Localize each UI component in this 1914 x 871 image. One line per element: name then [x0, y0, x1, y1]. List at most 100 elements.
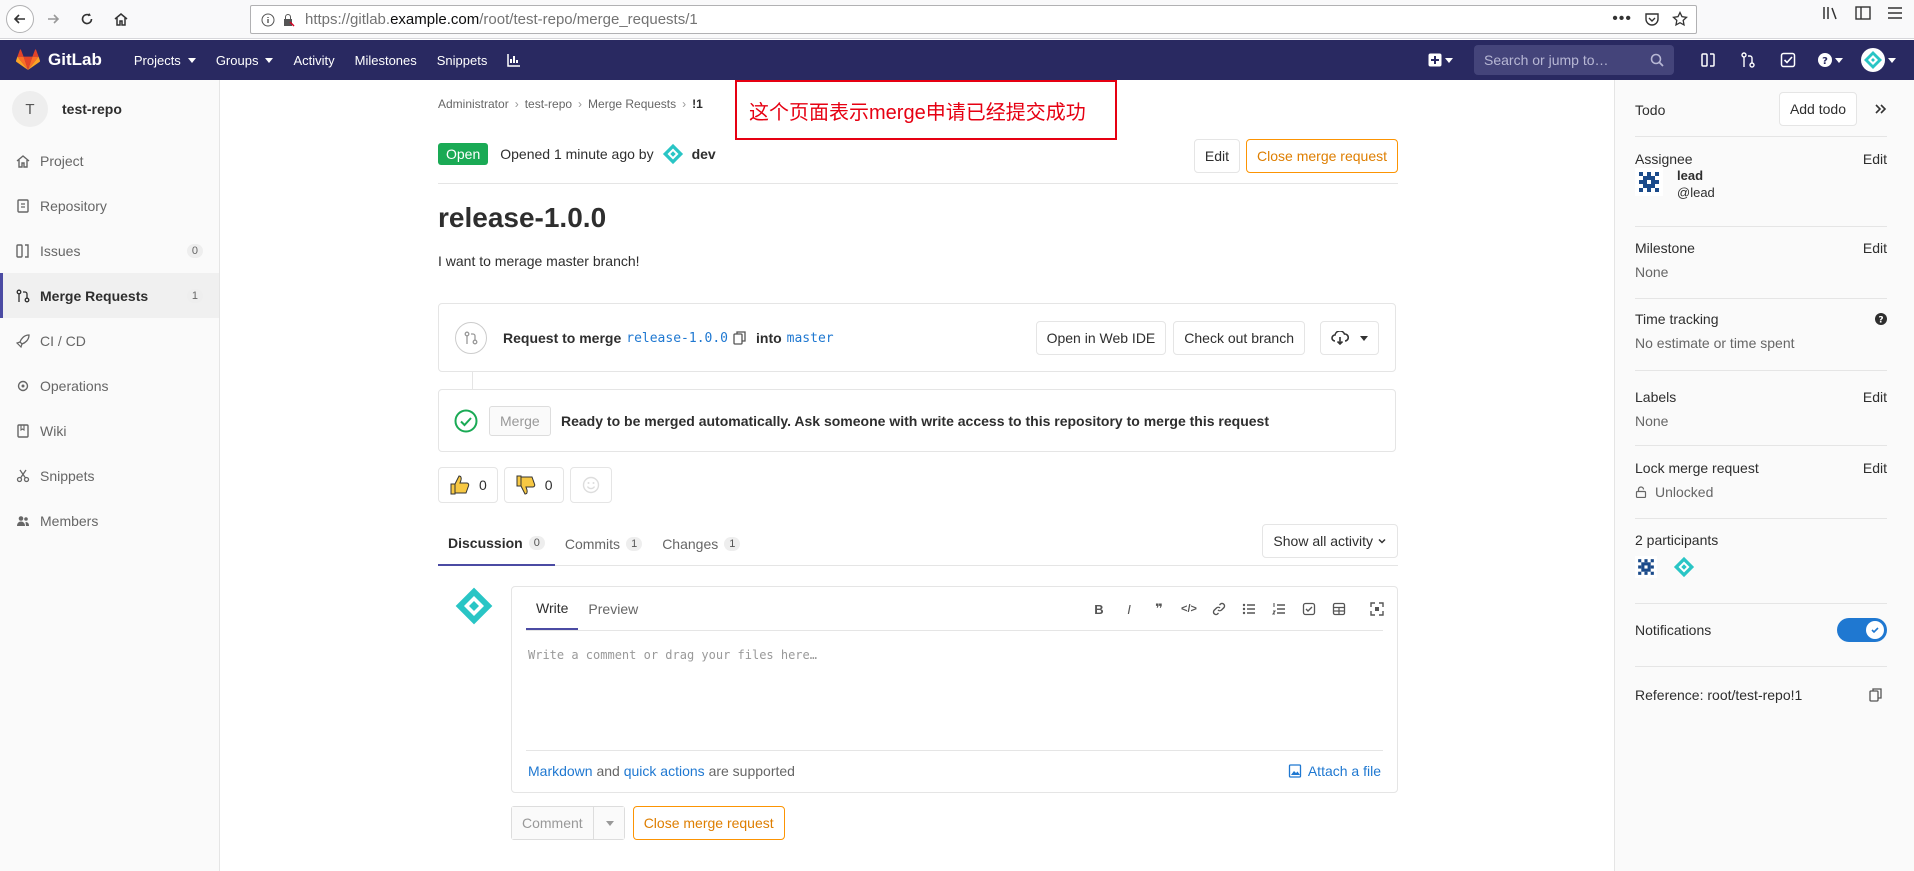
pocket-icon[interactable] [1644, 11, 1660, 27]
into-label: into [756, 330, 782, 346]
author-link[interactable]: dev [692, 146, 716, 162]
breadcrumb-administrator[interactable]: Administrator [438, 97, 509, 111]
sidebar-item-repository[interactable]: Repository [0, 183, 219, 228]
table-icon[interactable] [1329, 599, 1349, 619]
project-header[interactable]: T test-repo [0, 80, 219, 138]
search-input[interactable]: Search or jump to… [1474, 45, 1674, 75]
numbered-list-icon[interactable] [1269, 599, 1289, 619]
preview-tab[interactable]: Preview [578, 587, 648, 630]
nav-projects[interactable]: Projects [124, 40, 206, 80]
merge-button[interactable]: Merge [489, 406, 551, 436]
cloud-gear-icon [17, 380, 29, 391]
add-todo-button[interactable]: Add todo [1778, 92, 1857, 126]
labels-edit-link[interactable]: Edit [1863, 389, 1887, 405]
breadcrumb-merge-requests[interactable]: Merge Requests [588, 97, 676, 111]
show-activity-dropdown[interactable]: Show all activity [1262, 524, 1398, 558]
italic-icon[interactable]: I [1119, 599, 1139, 619]
task-list-icon[interactable] [1299, 599, 1319, 619]
sidebar-item-ci-cd[interactable]: CI / CD [0, 318, 219, 363]
sidebar-toggle-icon[interactable] [1854, 5, 1872, 21]
labels-value: None [1635, 413, 1669, 429]
open-web-ide-button[interactable]: Open in Web IDE [1035, 321, 1167, 355]
sidebar-item-snippets[interactable]: Snippets [0, 453, 219, 498]
bold-icon[interactable]: B [1089, 599, 1109, 619]
nav-groups[interactable]: Groups [206, 40, 284, 80]
back-button[interactable] [6, 5, 34, 33]
markdown-link[interactable]: Markdown [528, 763, 593, 779]
thumbs-up-button[interactable]: 0 [438, 467, 498, 503]
thumbs-up-icon [450, 475, 470, 495]
lock-edit-link[interactable]: Edit [1863, 460, 1887, 476]
breadcrumb-current[interactable]: !1 [692, 97, 703, 111]
tab-discussion[interactable]: Discussion 0 [438, 522, 555, 566]
sidebar-item-project[interactable]: Project [0, 138, 219, 183]
close-merge-request-button[interactable]: Close merge request [1246, 139, 1398, 173]
comment-type-dropdown[interactable] [593, 807, 624, 839]
assignee-edit-link[interactable]: Edit [1863, 151, 1887, 167]
merge-request-widget: Request to merge release-1.0.0 into mast… [438, 303, 1396, 372]
bullet-list-icon[interactable] [1239, 599, 1259, 619]
info-icon[interactable] [261, 13, 275, 27]
home-button[interactable] [106, 4, 136, 34]
gitlab-logo[interactable]: GitLab [16, 49, 102, 71]
assignee-avatar[interactable] [1635, 168, 1663, 196]
participant-avatar-lead[interactable] [1635, 556, 1657, 578]
user-menu[interactable] [1852, 48, 1904, 72]
sidebar-item-merge-requests[interactable]: Merge Requests 1 [0, 273, 219, 318]
smiley-icon [582, 476, 599, 494]
nav-milestones[interactable]: Milestones [345, 40, 427, 80]
sidebar-item-operations[interactable]: Operations [0, 363, 219, 408]
write-tab[interactable]: Write [526, 587, 579, 630]
copy-icon[interactable] [733, 331, 747, 345]
source-branch[interactable]: release-1.0.0 [626, 331, 728, 346]
reload-button[interactable] [72, 4, 102, 34]
merge-requests-icon[interactable] [1728, 52, 1768, 68]
quote-icon[interactable]: ❞ [1149, 599, 1169, 619]
thumbs-down-button[interactable]: 0 [503, 467, 564, 503]
time-tracking-label: Time tracking [1635, 311, 1719, 327]
notifications-toggle[interactable] [1837, 618, 1887, 642]
help-icon[interactable]: ? [1875, 313, 1887, 325]
chart-icon[interactable] [497, 40, 531, 80]
target-branch[interactable]: master [787, 331, 834, 346]
comment-button[interactable]: Comment [512, 807, 594, 839]
fullscreen-icon[interactable] [1367, 599, 1387, 619]
more-icon[interactable]: ••• [1612, 10, 1632, 28]
comment-textarea[interactable]: Write a comment or drag your files here… [528, 648, 817, 662]
todos-icon[interactable] [1768, 52, 1808, 68]
bookmark-star-icon[interactable] [1672, 11, 1688, 27]
tab-commits[interactable]: Commits 1 [555, 522, 652, 566]
attach-file-button[interactable]: Attach a file [1288, 763, 1381, 779]
help-dropdown[interactable]: ? [1808, 53, 1852, 67]
nav-snippets[interactable]: Snippets [427, 40, 498, 80]
edit-button[interactable]: Edit [1193, 139, 1241, 173]
tab-changes[interactable]: Changes 1 [652, 522, 750, 566]
milestone-edit-link[interactable]: Edit [1863, 240, 1887, 256]
issues-icon[interactable] [1688, 52, 1728, 68]
participant-avatar-dev[interactable] [1673, 556, 1695, 578]
collapse-sidebar-icon[interactable] [1873, 102, 1887, 116]
lock-warning-icon[interactable] [281, 13, 295, 27]
breadcrumb-project[interactable]: test-repo [525, 97, 572, 111]
mr-tabs: Discussion 0 Commits 1 Changes 1 [438, 522, 1398, 566]
opened-text: Opened 1 minute ago by [500, 146, 654, 162]
sidebar-item-issues[interactable]: Issues 0 [0, 228, 219, 273]
sidebar-item-wiki[interactable]: Wiki [0, 408, 219, 453]
download-dropdown[interactable] [1320, 321, 1379, 355]
author-avatar[interactable] [662, 143, 684, 165]
assignee-name[interactable]: lead [1677, 168, 1703, 183]
menu-icon[interactable] [1886, 5, 1904, 21]
code-icon[interactable]: </> [1179, 599, 1199, 619]
add-reaction-button[interactable] [569, 467, 612, 503]
nav-activity[interactable]: Activity [283, 40, 344, 80]
copy-reference-icon[interactable] [1869, 688, 1883, 702]
link-icon[interactable] [1209, 599, 1229, 619]
check-out-branch-button[interactable]: Check out branch [1173, 321, 1305, 355]
sidebar-item-members[interactable]: Members [0, 498, 219, 543]
quick-actions-link[interactable]: quick actions [624, 763, 705, 779]
url-bar[interactable]: https://gitlab.example.com/root/test-rep… [250, 5, 1697, 34]
new-item-dropdown[interactable] [1420, 53, 1460, 67]
forward-button[interactable] [38, 4, 68, 34]
library-icon[interactable] [1822, 5, 1840, 21]
close-merge-request-footer-button[interactable]: Close merge request [632, 806, 785, 840]
